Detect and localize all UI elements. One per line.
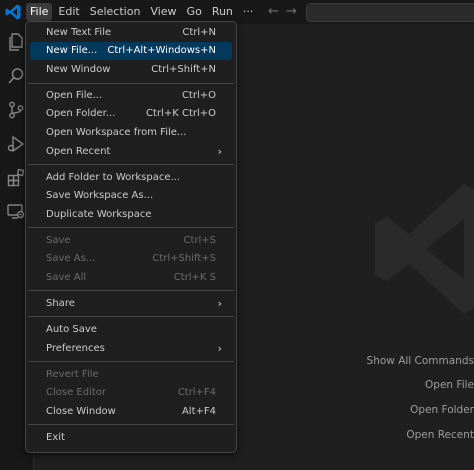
menu-separator <box>28 164 234 165</box>
search-icon[interactable] <box>6 66 26 86</box>
menu-item-save[interactable]: Save Ctrl+S <box>30 232 232 250</box>
menu-separator <box>28 227 234 228</box>
menu-edit[interactable]: Edit <box>54 3 83 21</box>
menu-item-label: Open Workspace from File... <box>46 127 187 138</box>
menu-item-label: Preferences <box>46 343 105 354</box>
menu-item-save-all[interactable]: Save All Ctrl+K S <box>30 269 232 287</box>
menu-item-label: Save As... <box>46 253 96 264</box>
file-menu-dropdown: New Text File Ctrl+N New File... Ctrl+Al… <box>25 21 237 453</box>
menu-item-label: Save All <box>46 272 87 283</box>
menu-item-shortcut: Ctrl+Shift+N <box>151 64 216 75</box>
menu-item-duplicate-workspace[interactable]: Duplicate Workspace <box>30 206 232 224</box>
menu-item-add-folder-to-workspace[interactable]: Add Folder to Workspace... <box>30 169 232 187</box>
menu-item-new-window[interactable]: New Window Ctrl+Shift+N <box>30 61 232 79</box>
menu-separator <box>28 361 234 362</box>
menu-item-label: Open Recent <box>46 146 111 157</box>
menu-item-shortcut: Ctrl+Alt+Windows+N <box>107 45 216 56</box>
extensions-icon[interactable] <box>6 168 26 188</box>
menu-item-save-workspace-as[interactable]: Save Workspace As... <box>30 187 232 205</box>
open-file-link[interactable]: Open File <box>425 379 474 391</box>
menu-item-new-file[interactable]: New File... Ctrl+Alt+Windows+N <box>30 42 232 60</box>
menu-item-open-folder[interactable]: Open Folder... Ctrl+K Ctrl+O <box>30 105 232 123</box>
menu-item-label: Open File... <box>46 90 103 101</box>
menu-item-save-as[interactable]: Save As... Ctrl+Shift+S <box>30 250 232 268</box>
menu-item-shortcut: Ctrl+S <box>183 235 216 246</box>
menu-separator <box>28 83 234 84</box>
menu-item-label: Close Window <box>46 406 116 417</box>
menu-item-label: Save <box>46 235 71 246</box>
menu-view[interactable]: View <box>146 3 180 21</box>
menu-item-preferences[interactable]: Preferences › <box>30 340 232 358</box>
menu-item-shortcut: Ctrl+Shift+S <box>152 253 216 264</box>
menu-item-label: Add Folder to Workspace... <box>46 172 181 183</box>
menu-item-shortcut: Ctrl+O <box>181 90 216 101</box>
menu-separator <box>28 316 234 317</box>
menu-run[interactable]: Run <box>208 3 237 21</box>
menu-item-open-workspace-from-file[interactable]: Open Workspace from File... <box>30 124 232 142</box>
open-folder-link[interactable]: Open Folder <box>410 404 474 416</box>
menu-item-open-file[interactable]: Open File... Ctrl+O <box>30 87 232 105</box>
menu-item-open-recent[interactable]: Open Recent › <box>30 143 232 161</box>
menu-item-label: Revert File <box>46 369 99 380</box>
menu-file[interactable]: File <box>26 3 53 21</box>
menu-item-label: Close Editor <box>46 387 107 398</box>
menu-item-label: Save Workspace As... <box>46 190 154 201</box>
menu-item-auto-save[interactable]: Auto Save <box>30 321 232 339</box>
open-recent-link[interactable]: Open Recent <box>406 429 474 441</box>
remote-explorer-icon[interactable] <box>6 202 26 222</box>
menu-item-close-editor[interactable]: Close Editor Ctrl+F4 <box>30 384 232 402</box>
source-control-icon[interactable] <box>6 100 26 120</box>
menu-item-label: New Text File <box>46 27 112 38</box>
run-debug-icon[interactable] <box>6 134 26 154</box>
vscode-logo-icon <box>5 4 21 20</box>
show-all-commands-link[interactable]: Show All Commands <box>367 355 474 367</box>
menu-item-revert-file[interactable]: Revert File <box>30 366 232 384</box>
chevron-right-icon: › <box>217 145 222 158</box>
chevron-right-icon: › <box>217 297 222 310</box>
menu-item-shortcut: Ctrl+K S <box>173 272 216 283</box>
menu-item-shortcut: Ctrl+F4 <box>177 387 216 398</box>
menu-item-label: Exit <box>46 432 65 443</box>
back-arrow-icon[interactable]: ← <box>268 4 279 19</box>
command-center-search[interactable] <box>306 3 474 22</box>
menu-item-share[interactable]: Share › <box>30 295 232 313</box>
forward-arrow-icon[interactable]: → <box>286 4 297 19</box>
menu-item-label: New Window <box>46 64 111 75</box>
menu-item-new-text-file[interactable]: New Text File Ctrl+N <box>30 24 232 42</box>
menu-item-label: Duplicate Workspace <box>46 209 152 220</box>
menu-separator <box>28 290 234 291</box>
menu-separator <box>28 424 234 425</box>
menu-item-label: Auto Save <box>46 324 97 335</box>
menu-item-label: Share <box>46 298 75 309</box>
explorer-icon[interactable] <box>6 32 26 52</box>
menu-selection[interactable]: Selection <box>86 3 145 21</box>
chevron-right-icon: › <box>217 342 222 355</box>
menu-bar: File Edit Selection View Go Run ··· <box>26 3 259 21</box>
menu-item-exit[interactable]: Exit <box>30 429 232 447</box>
menu-item-close-window[interactable]: Close Window Alt+F4 <box>30 403 232 421</box>
menu-item-label: Open Folder... <box>46 108 116 119</box>
vscode-watermark-icon <box>375 184 474 314</box>
menu-item-shortcut: Ctrl+N <box>182 27 216 38</box>
menu-more-icon[interactable]: ··· <box>239 3 258 21</box>
menu-item-shortcut: Ctrl+K Ctrl+O <box>146 108 216 119</box>
menu-item-shortcut: Alt+F4 <box>181 406 216 417</box>
menu-go[interactable]: Go <box>183 3 206 21</box>
menu-item-label: New File... <box>46 45 98 56</box>
